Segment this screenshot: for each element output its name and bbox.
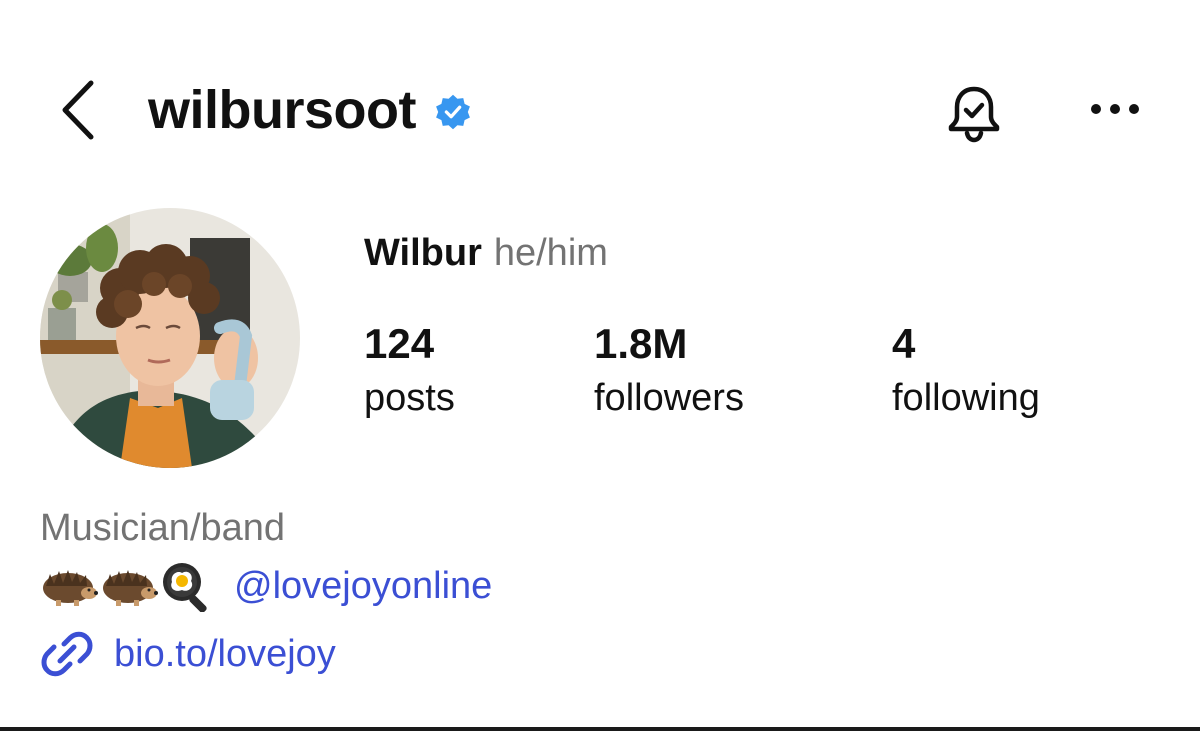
followers-count: 1.8M: [594, 320, 688, 367]
link-chain-icon: [41, 631, 93, 677]
back-chevron-icon: [62, 80, 94, 140]
frying-pan-egg-emoji-icon: [163, 563, 207, 612]
bio-line: @lovejoyonline: [40, 558, 492, 614]
bottom-divider: [0, 727, 1200, 731]
more-options-button[interactable]: [1080, 84, 1150, 134]
pronouns: he/him: [493, 232, 608, 274]
bio-link-text: bio.to/lovejoy: [114, 633, 336, 675]
profile-header-title: wilbursoot: [148, 78, 472, 142]
posts-label: posts: [364, 377, 455, 419]
stat-followers[interactable]: 1.8M followers: [594, 318, 744, 422]
profile-category: Musician/band: [40, 507, 286, 549]
following-label: following: [892, 377, 1040, 419]
more-dots-icon: [1091, 104, 1139, 114]
display-name: Wilbur: [364, 232, 482, 274]
username: wilbursoot: [148, 80, 416, 140]
notifications-button[interactable]: [938, 78, 1010, 148]
followers-label: followers: [594, 377, 744, 419]
bio-external-link[interactable]: bio.to/lovejoy: [40, 626, 336, 682]
stat-following[interactable]: 4 following: [892, 318, 1040, 422]
following-count: 4: [892, 320, 916, 367]
avatar-photo: [40, 208, 300, 468]
posts-count: 124: [364, 320, 435, 367]
back-button[interactable]: [52, 78, 102, 142]
profile-name-line: Wilbur he/him: [364, 232, 608, 278]
hedgehog-emoji-icon: [103, 570, 158, 606]
hedgehog-emoji-icon: [43, 570, 98, 606]
profile-avatar[interactable]: [40, 208, 300, 468]
bell-notification-icon: [948, 86, 1000, 143]
bio-mention-link[interactable]: @lovejoyonline: [234, 562, 492, 610]
verified-badge-icon: [436, 94, 470, 130]
stat-posts[interactable]: 124 posts: [364, 318, 455, 422]
